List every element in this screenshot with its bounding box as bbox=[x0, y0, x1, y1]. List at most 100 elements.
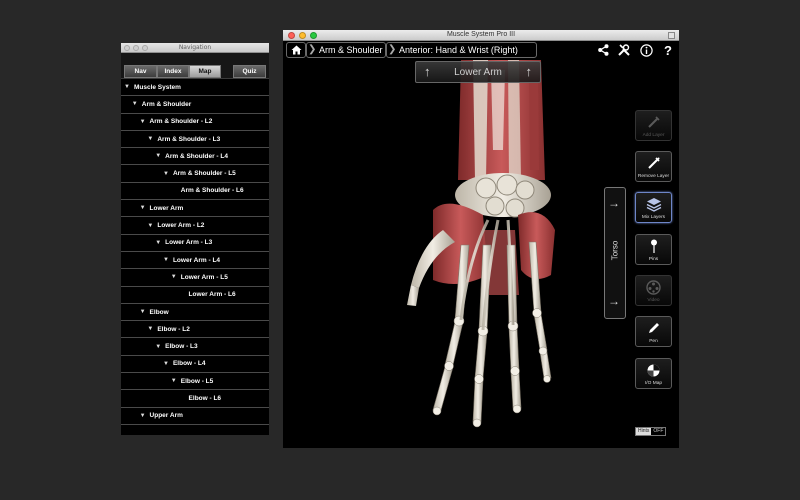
chevron-right-icon: ❯ bbox=[308, 44, 317, 55]
arrow-right-icon[interactable]: → bbox=[608, 294, 620, 308]
navigation-tree-item[interactable]: ▼Elbow - L6 bbox=[121, 390, 269, 408]
remove-layer-button[interactable]: Remove Layer bbox=[635, 151, 672, 182]
navigate-up-lower-arm-button[interactable]: ↑ Lower Arm ↑ bbox=[415, 61, 541, 83]
syringe-icon bbox=[636, 113, 671, 131]
disclosure-triangle-icon[interactable]: ▼ bbox=[163, 361, 169, 367]
navigation-tree-item-label: Muscle System bbox=[133, 83, 181, 91]
disclosure-triangle-icon[interactable]: ▼ bbox=[147, 136, 153, 142]
main-titlebar[interactable]: Muscle System Pro III bbox=[283, 30, 679, 41]
film-reel-icon bbox=[636, 278, 671, 296]
navigation-tree-item[interactable]: ▼ Elbow - L3 bbox=[121, 338, 269, 356]
info-icon[interactable] bbox=[638, 42, 654, 58]
navigation-tree-item-label: Arm & Shoulder - L6 bbox=[180, 187, 244, 195]
navigation-titlebar[interactable]: Navigation bbox=[121, 43, 269, 53]
navigation-tree-item[interactable]: ▼ Arm & Shoulder - L4 bbox=[121, 148, 269, 166]
disclosure-triangle-icon[interactable]: ▼ bbox=[140, 205, 146, 211]
disclosure-triangle-icon[interactable]: ▼ bbox=[171, 274, 177, 280]
hints-toggle[interactable]: Hints OFF bbox=[635, 427, 667, 436]
disclosure-triangle-icon[interactable]: ▼ bbox=[140, 119, 146, 125]
disclosure-triangle-icon[interactable]: ▼ bbox=[140, 413, 146, 419]
disclosure-triangle-icon[interactable]: ▼ bbox=[124, 84, 130, 90]
disclosure-triangle-icon[interactable]: ▼ bbox=[147, 326, 153, 332]
navigation-tree-item-label: Lower Arm bbox=[149, 204, 184, 212]
navigation-tree-item-label: Elbow - L6 bbox=[188, 394, 222, 402]
torso-label: Torso bbox=[610, 240, 620, 261]
navigation-tree-item[interactable]: ▼ Elbow bbox=[121, 304, 269, 322]
navigation-tree-item[interactable]: ▼ Elbow - L4 bbox=[121, 356, 269, 374]
breadcrumb-current-view[interactable]: ❯ Anterior: Hand & Wrist (Right) bbox=[386, 42, 537, 58]
disclosure-triangle-icon[interactable]: ▼ bbox=[163, 257, 169, 263]
tools-icon[interactable] bbox=[616, 42, 632, 58]
pins-button[interactable]: Pins bbox=[635, 234, 672, 265]
breadcrumb-arm-shoulder[interactable]: ❯ Arm & Shoulder bbox=[306, 42, 386, 58]
navigation-tree-item-label: Elbow bbox=[149, 308, 169, 316]
arrow-right-icon[interactable]: → bbox=[608, 196, 620, 210]
navigation-tree-item[interactable]: ▼ Upper Arm bbox=[121, 408, 269, 425]
navigate-up-label: Lower Arm bbox=[454, 66, 502, 78]
navigation-tree-item-label: Elbow - L3 bbox=[165, 343, 198, 351]
arrow-up-icon: ↑ bbox=[424, 64, 431, 79]
navigation-tree-item[interactable]: ▼ Lower Arm - L3 bbox=[121, 235, 269, 252]
navigation-tree-item[interactable]: ▼Lower Arm - L6 bbox=[121, 287, 269, 304]
pen-button[interactable]: Pen bbox=[635, 316, 672, 347]
map-pie-icon bbox=[636, 361, 671, 379]
navigation-tree-item[interactable]: ▼ Arm & Shoulder - L5 bbox=[121, 165, 269, 183]
remove-layer-label: Remove Layer bbox=[637, 174, 670, 179]
torso-navigation-panel[interactable]: → Torso → bbox=[604, 187, 626, 319]
disclosure-triangle-icon[interactable]: ▼ bbox=[171, 378, 177, 384]
navigation-window: Navigation Nav Index Map Quiz ▼ Muscle Sy… bbox=[121, 43, 269, 435]
add-layer-button[interactable]: Add Layer bbox=[635, 110, 672, 141]
navigation-tree-item-label: Elbow - L2 bbox=[157, 325, 190, 333]
fullscreen-button[interactable] bbox=[668, 32, 675, 39]
disclosure-triangle-icon[interactable]: ▼ bbox=[155, 153, 161, 159]
disclosure-triangle-icon[interactable]: ▼ bbox=[147, 223, 153, 229]
navigation-tree-item-label: Lower Arm - L5 bbox=[180, 273, 228, 281]
navigation-tree-item-label: Lower Arm - L2 bbox=[157, 222, 205, 230]
navigation-tree-item[interactable]: ▼ Arm & Shoulder - L2 bbox=[121, 114, 269, 131]
video-button[interactable]: Video bbox=[635, 275, 672, 306]
help-icon[interactable]: ? bbox=[660, 42, 676, 58]
navigation-tree-item[interactable]: ▼Arm & Shoulder - L6 bbox=[121, 183, 269, 201]
navigation-tree-item[interactable]: ▼ Lower Arm - L4 bbox=[121, 252, 269, 270]
io-map-button[interactable]: I/O Map bbox=[635, 358, 672, 389]
breadcrumb-label: Anterior: Hand & Wrist (Right) bbox=[399, 45, 518, 55]
navigation-tree: ▼ Muscle System ▼ Arm & Shoulder ▼ Arm & Shou… bbox=[121, 79, 269, 425]
navigation-tree-item[interactable]: ▼ Elbow - L2 bbox=[121, 321, 269, 339]
navigation-tree-item-label: Arm & Shoulder - L4 bbox=[165, 152, 228, 160]
chevron-right-icon: ❯ bbox=[388, 44, 397, 55]
navigation-tree-item-label: Elbow - L4 bbox=[172, 360, 206, 368]
pen-label: Pen bbox=[649, 339, 658, 344]
disclosure-triangle-icon[interactable]: ▼ bbox=[155, 240, 161, 246]
pin-icon bbox=[636, 237, 671, 255]
disclosure-triangle-icon[interactable]: ▼ bbox=[140, 309, 146, 315]
navigation-tree-item-label: Lower Arm - L3 bbox=[165, 239, 213, 247]
disclosure-triangle-icon[interactable]: ▼ bbox=[155, 344, 161, 350]
navigation-tree-item[interactable]: ▼ Lower Arm bbox=[121, 200, 269, 218]
home-button[interactable] bbox=[286, 42, 306, 58]
arrow-up-icon: ↑ bbox=[525, 64, 533, 79]
share-icon[interactable] bbox=[595, 42, 611, 58]
tab-nav[interactable]: Nav bbox=[124, 65, 157, 78]
breadcrumb-label: Arm & Shoulder bbox=[319, 45, 383, 55]
navigation-tree-item[interactable]: ▼ Lower Arm - L2 bbox=[121, 217, 269, 235]
navigation-tree-item[interactable]: ▼ Lower Arm - L5 bbox=[121, 269, 269, 287]
mix-layers-button[interactable]: Mix Layers bbox=[635, 192, 672, 223]
navigation-tree-item[interactable]: ▼ Elbow - L5 bbox=[121, 373, 269, 391]
pen-icon bbox=[636, 319, 671, 337]
main-window-title: Muscle System Pro III bbox=[446, 31, 516, 38]
tab-map[interactable]: Map bbox=[189, 65, 221, 78]
navigation-tree-item-label: Upper Arm bbox=[149, 412, 183, 420]
syringe-icon bbox=[636, 154, 671, 172]
tab-index[interactable]: Index bbox=[157, 65, 189, 78]
navigation-tree-item[interactable]: ▼ Arm & Shoulder - L3 bbox=[121, 131, 269, 149]
navigation-tree-item[interactable]: ▼ Muscle System bbox=[121, 79, 269, 97]
main-window: Muscle System Pro III ❯ Arm & Shoulder ❯… bbox=[283, 30, 679, 448]
navigation-tree-item[interactable]: ▼ Arm & Shoulder bbox=[121, 96, 269, 114]
disclosure-triangle-icon[interactable]: ▼ bbox=[132, 101, 138, 107]
tab-quiz[interactable]: Quiz bbox=[233, 65, 266, 78]
io-map-label: I/O Map bbox=[644, 381, 663, 386]
navigation-tab-bar: Nav Index Map Quiz bbox=[121, 53, 269, 79]
navigation-tree-item-label: Elbow - L5 bbox=[180, 377, 214, 385]
disclosure-triangle-icon[interactable]: ▼ bbox=[163, 171, 169, 177]
pins-label: Pins bbox=[648, 257, 659, 262]
